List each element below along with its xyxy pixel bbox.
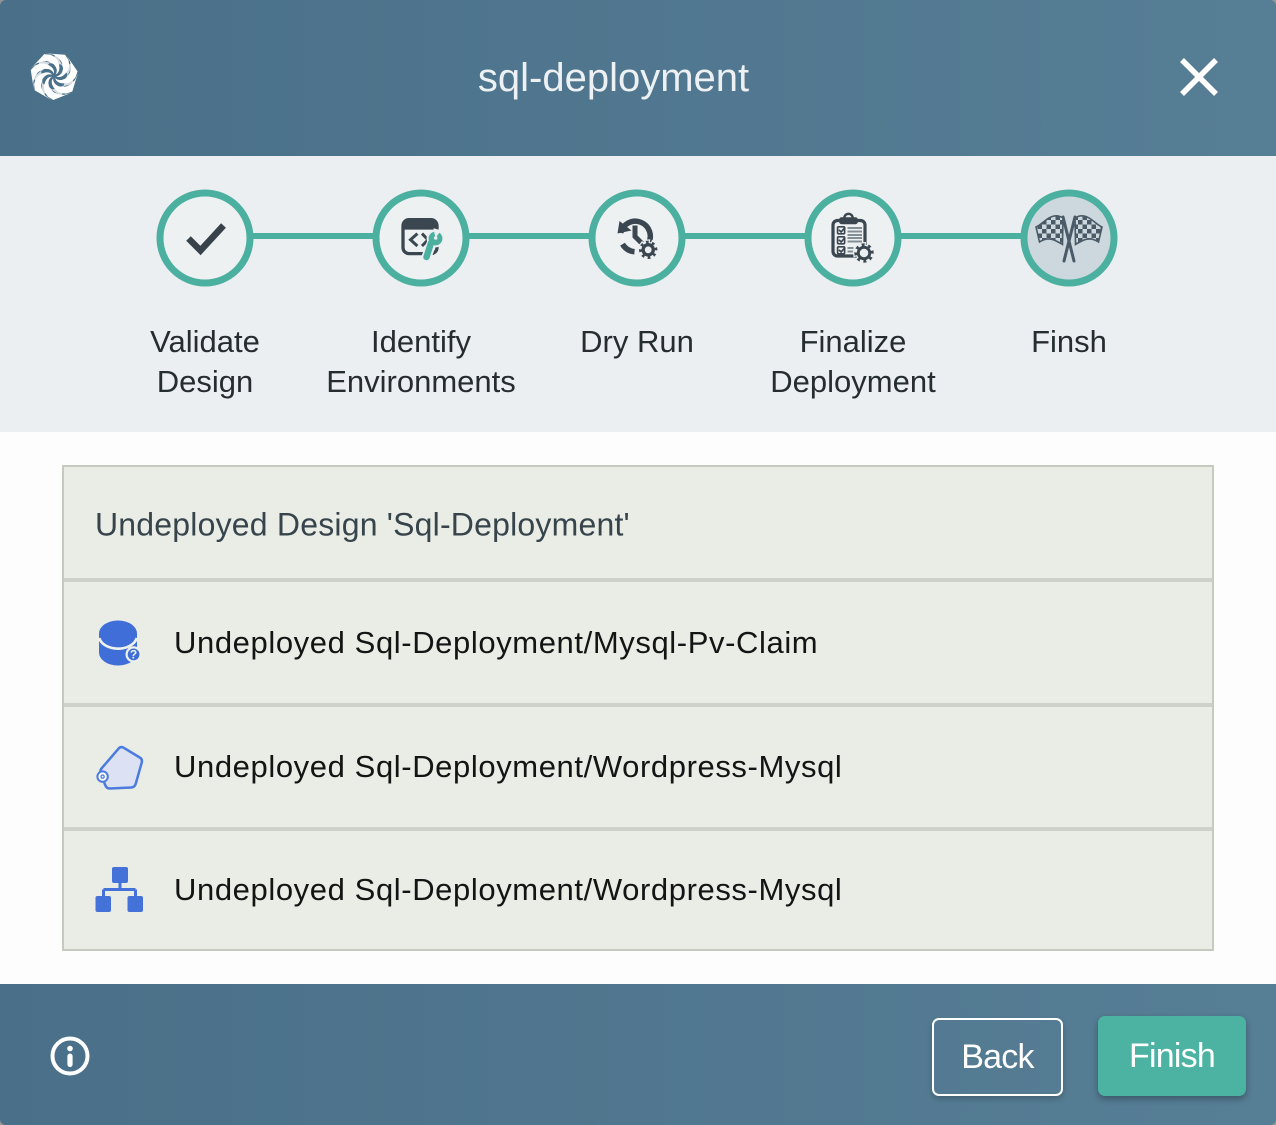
svg-text:?: ? <box>130 647 137 661</box>
